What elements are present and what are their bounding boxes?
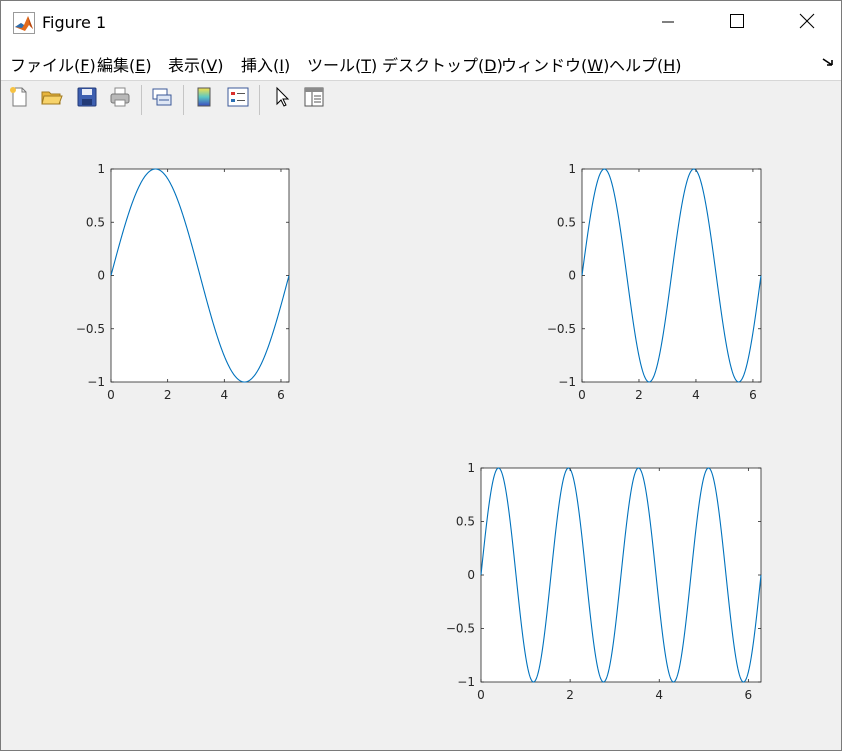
new-figure-icon: [7, 85, 31, 113]
link-plot-icon: [150, 85, 174, 113]
menu-window-label: ウィンドウ(: [501, 56, 588, 75]
y-tick-label: 0.5: [456, 515, 475, 529]
open-file-icon: [40, 85, 64, 113]
menu-insert-suffix: ): [283, 56, 291, 75]
print-button[interactable]: [107, 86, 133, 112]
toolbar-separator: [183, 85, 184, 115]
menu-tools[interactable]: ツール(T): [307, 52, 377, 76]
close-button[interactable]: [784, 1, 830, 45]
menu-help-key: H: [663, 56, 676, 75]
insert-legend-button[interactable]: [225, 86, 251, 112]
figure-toolbar: [1, 80, 841, 121]
y-tick-label: 1: [467, 461, 475, 475]
minimize-button[interactable]: [645, 1, 691, 45]
x-tick-label: 6: [745, 688, 753, 702]
menu-window-key: W: [587, 56, 604, 75]
property-inspector-button[interactable]: [301, 86, 327, 112]
insert-colorbar-button[interactable]: [191, 86, 217, 112]
menu-view[interactable]: 表示(V): [168, 52, 223, 76]
print-icon: [108, 85, 132, 113]
menu-tools-suffix: ): [371, 56, 378, 75]
link-plot-button[interactable]: [149, 86, 175, 112]
toolbar-separator: [141, 85, 142, 115]
figure-window: Figure 1 ファイル(F) 編集(E) 表示(V) 挿入(I) ツール(T…: [0, 0, 842, 751]
y-tick-label: −1: [457, 675, 475, 689]
menu-view-key: V: [206, 56, 218, 75]
save-button[interactable]: [74, 86, 100, 112]
x-tick-label: 0: [107, 388, 115, 402]
open-file-button[interactable]: [39, 86, 65, 112]
menu-help-label: ヘルプ(: [609, 56, 664, 75]
minimize-icon: [661, 14, 675, 33]
menu-view-suffix: ): [217, 56, 224, 75]
axes-3: 0 2 4 6 −1 −0.5 0 0.5 1: [446, 461, 762, 702]
menu-file-suffix: ): [89, 56, 96, 75]
figure-canvas: 0 2 4 6 −1 −0.5 0 0.5 1 0 2 4 6 −1 −0.5 0 0.5 1 0 2 4 6 −1 −0.5…: [1, 120, 841, 750]
menu-file[interactable]: ファイル(F): [10, 52, 96, 76]
menu-file-label: ファイル(: [10, 56, 81, 75]
menu-desktop-key: D: [484, 56, 497, 75]
edit-plot-cursor-icon: [270, 85, 294, 113]
y-tick-label: 0.5: [86, 215, 105, 229]
plots-svg: 0 2 4 6 −1 −0.5 0 0.5 1 0 2 4 6 −1 −0.5 0 0.5 1 0 2 4 6 −1 −0.5…: [76, 162, 762, 702]
y-tick-label: 0: [467, 568, 475, 582]
property-inspector-icon: [302, 85, 326, 113]
menu-window[interactable]: ウィンドウ(W): [501, 52, 609, 76]
maximize-button[interactable]: [714, 1, 760, 45]
menu-help[interactable]: ヘルプ(H): [609, 52, 682, 76]
matlab-logo-icon: [13, 12, 35, 34]
y-tick-label: −1: [87, 375, 105, 389]
y-tick-label: 0.5: [557, 215, 576, 229]
menu-edit-suffix: ): [145, 56, 152, 75]
menu-tools-key: T: [361, 56, 372, 75]
x-tick-label: 2: [635, 388, 643, 402]
y-tick-label: 1: [97, 162, 105, 176]
menu-desktop-label: デスクトップ(: [382, 56, 485, 75]
menu-help-suffix: ): [675, 56, 682, 75]
toolbar-separator: [259, 85, 260, 115]
title-bar: Figure 1: [1, 1, 841, 45]
x-tick-label: 4: [692, 388, 700, 402]
y-tick-label: −0.5: [446, 622, 475, 636]
x-tick-label: 0: [477, 688, 485, 702]
menu-insert-label: 挿入(: [241, 56, 280, 75]
x-tick-label: 0: [578, 388, 586, 402]
y-tick-label: 1: [568, 162, 576, 176]
menu-edit-label: 編集(: [97, 56, 136, 75]
y-tick-label: −0.5: [76, 322, 105, 336]
menu-desktop[interactable]: デスクトップ(D): [382, 52, 503, 76]
menu-edit-key: E: [135, 56, 146, 75]
x-tick-label: 2: [566, 688, 574, 702]
x-tick-label: 4: [220, 388, 228, 402]
maximize-icon: [729, 13, 745, 33]
insert-colorbar-icon: [192, 85, 216, 113]
save-icon: [75, 85, 99, 113]
close-icon: [799, 13, 815, 33]
y-tick-label: −1: [558, 375, 576, 389]
y-tick-label: 0: [568, 269, 576, 283]
x-tick-label: 2: [164, 388, 172, 402]
menu-tools-label: ツール(: [307, 56, 362, 75]
menu-insert[interactable]: 挿入(I): [241, 52, 290, 76]
x-tick-label: 6: [277, 388, 285, 402]
edit-plot-button[interactable]: [269, 86, 295, 112]
axes-1: 0 2 4 6 −1 −0.5 0 0.5 1: [76, 162, 290, 402]
dock-arrow-icon[interactable]: [821, 55, 835, 69]
x-tick-label: 4: [655, 688, 663, 702]
window-title: Figure 1: [42, 13, 107, 32]
insert-legend-icon: [226, 85, 250, 113]
axes-2: 0 2 4 6 −1 −0.5 0 0.5 1: [547, 162, 762, 402]
y-tick-label: −0.5: [547, 322, 576, 336]
menu-edit[interactable]: 編集(E): [97, 52, 152, 76]
menu-view-label: 表示(: [168, 56, 207, 75]
x-tick-label: 6: [749, 388, 757, 402]
new-figure-button[interactable]: [6, 86, 32, 112]
menu-bar: ファイル(F) 編集(E) 表示(V) 挿入(I) ツール(T) デスクトップ(…: [1, 45, 841, 80]
y-tick-label: 0: [97, 269, 105, 283]
